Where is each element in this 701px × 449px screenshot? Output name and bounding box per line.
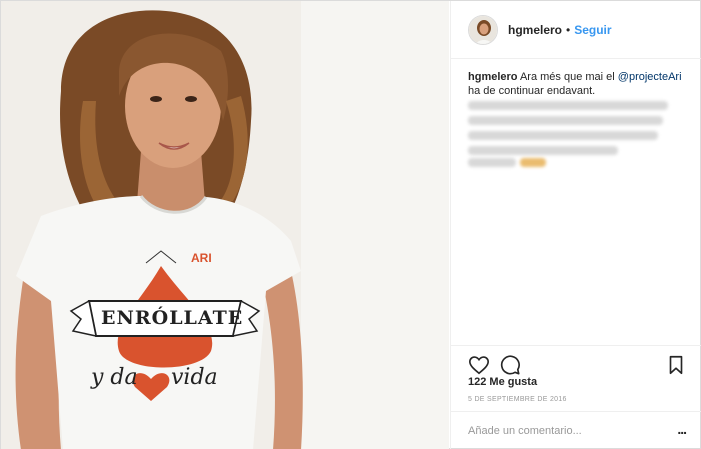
bookmark-icon[interactable] (665, 354, 687, 376)
caption-username[interactable]: hgmelero (468, 71, 518, 83)
tshirt-brand-label: ARI (191, 251, 212, 265)
avatar[interactable] (468, 14, 498, 45)
more-options-icon[interactable]: ... (677, 422, 687, 436)
post-side-panel: hgmelero • Seguir hgmelero Ara més que m… (450, 1, 701, 449)
blurred-caption-text (468, 101, 673, 161)
blurred-line (468, 158, 516, 167)
post-actions (451, 345, 701, 375)
post-date: 5 DE SEPTIEMBRE DE 2016 (468, 396, 567, 403)
action-icons-row (468, 354, 688, 378)
blurred-line (468, 131, 658, 140)
post-caption: hgmelero Ara més que mai el @projecteAri… (468, 70, 688, 98)
blurred-line (468, 116, 663, 125)
post-photo[interactable]: ARI ENRÓLLATE y da vida (1, 1, 449, 449)
tshirt-script-right: vida (171, 365, 218, 390)
heart-icon[interactable] (468, 354, 490, 376)
blurred-line (468, 101, 668, 110)
tshirt-script-left: y da (91, 365, 138, 390)
post-header: hgmelero • Seguir (451, 1, 701, 59)
follow-separator: • (566, 22, 571, 37)
blurred-hashtags (468, 158, 673, 178)
caption-mention-link[interactable]: @projecteAri (618, 71, 682, 83)
comment-input[interactable] (468, 423, 648, 439)
photo-illustration (1, 1, 449, 449)
username-link[interactable]: hgmelero (508, 23, 562, 37)
tshirt-banner-text: ENRÓLLATE (101, 307, 244, 329)
blurred-emoji (520, 158, 547, 167)
caption-text-after: ha de continuar endavant. (468, 85, 596, 97)
instagram-post: ARI ENRÓLLATE y da vida hgmelero • Segui… (0, 0, 701, 449)
comment-icon[interactable] (499, 354, 521, 376)
comment-bar: ... (451, 411, 701, 449)
caption-text-before: Ara més que mai el (519, 71, 618, 83)
likes-count[interactable]: 122 Me gusta (468, 376, 537, 388)
follow-button[interactable]: Seguir (574, 23, 611, 37)
blurred-line (468, 146, 618, 155)
avatar-image (469, 15, 497, 44)
